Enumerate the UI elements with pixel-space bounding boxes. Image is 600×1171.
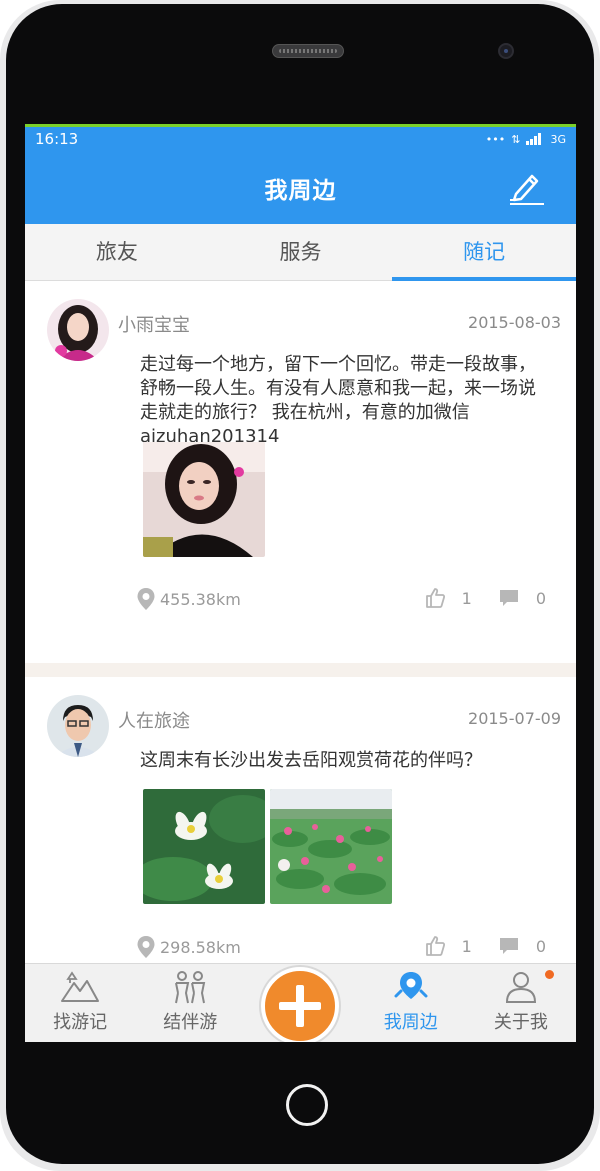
post-date: 2015-07-09: [468, 709, 561, 728]
tab-travel-friends[interactable]: 旅友: [25, 224, 209, 280]
distance-text: 455.38km: [160, 589, 241, 609]
post-actions: 1 0: [424, 935, 546, 957]
nav-label: 结伴游: [163, 1012, 218, 1033]
comment-count: 0: [535, 936, 546, 956]
nav-label: 关于我: [493, 1012, 548, 1033]
post-username[interactable]: 小雨宝宝: [118, 311, 190, 337]
post-actions: 1 0: [424, 587, 546, 609]
status-time: 16:13: [35, 130, 79, 148]
post-distance: 298.58km: [136, 935, 241, 959]
user-icon: [505, 972, 536, 1003]
post-photo[interactable]: [143, 789, 265, 904]
post-date: 2015-08-03: [468, 313, 561, 332]
post-feed[interactable]: 小雨宝宝 2015-08-03 走过每一个地方，留下一个回忆。带走一段故事，舒畅…: [25, 281, 576, 963]
location-pin-icon: [137, 936, 155, 958]
more-dots-icon: •••: [485, 132, 506, 146]
tab-bar: 旅友 服务 随记: [25, 224, 576, 281]
nav-group-travel[interactable]: 结伴游: [135, 964, 245, 1042]
post-photo[interactable]: [270, 789, 392, 904]
location-pin-icon: [137, 588, 155, 610]
nav-label: 找游记: [53, 1012, 108, 1033]
nav-label: 我周边: [383, 1012, 438, 1033]
like-count: 1: [461, 588, 472, 608]
avatar[interactable]: [47, 695, 109, 757]
post-photos: [143, 789, 392, 904]
tab-notes[interactable]: 随记: [392, 224, 576, 280]
plus-icon: [279, 985, 321, 1027]
network-label: 3G: [550, 132, 566, 146]
post-content: 走过每一个地方，留下一个回忆。带走一段故事，舒畅一段人生。有没有人愿意和我一起，…: [140, 354, 536, 447]
comment-count: 0: [535, 588, 546, 608]
nearby-icon: [394, 972, 428, 999]
group-icon: [175, 971, 206, 1004]
app-screen: 16:13 ••• ⇅ 3G 我周边 旅友 服务 随记 小雨宝宝 2015-08…: [25, 124, 576, 1042]
create-post-button[interactable]: [261, 967, 339, 1042]
home-button[interactable]: [286, 1084, 328, 1126]
distance-text: 298.58km: [160, 937, 241, 957]
tab-services[interactable]: 服务: [209, 224, 393, 280]
data-arrows-icon: ⇅: [511, 132, 521, 146]
speaker-grille: [272, 44, 344, 58]
like-count: 1: [461, 936, 472, 956]
header-bar: 我周边: [25, 151, 576, 224]
nav-about-me[interactable]: 关于我: [466, 964, 576, 1042]
post-photo[interactable]: [143, 442, 265, 557]
post-username[interactable]: 人在旅途: [118, 707, 190, 733]
signal-icon: [526, 133, 544, 145]
status-bar: 16:13 ••• ⇅ 3G: [25, 124, 576, 151]
post-content: 这周末有长沙出发去岳阳观赏荷花的伴吗？: [140, 750, 482, 771]
front-camera: [498, 43, 514, 59]
page-title: 我周边: [264, 177, 337, 204]
post-photos: [143, 442, 265, 557]
post-distance: 455.38km: [136, 587, 241, 611]
nav-find-travelogue[interactable]: 找游记: [25, 964, 135, 1042]
post-card[interactable]: 人在旅途 2015-07-09 这周末有长沙出发去岳阳观赏荷花的伴吗？ 298.…: [25, 677, 576, 963]
mountain-icon: [61, 971, 100, 1002]
edit-pen-icon[interactable]: [506, 167, 546, 207]
avatar[interactable]: [47, 299, 109, 361]
nav-nearby[interactable]: 我周边: [356, 964, 466, 1042]
comment-bubble-icon[interactable]: [498, 936, 520, 956]
post-card[interactable]: 小雨宝宝 2015-08-03 走过每一个地方，留下一个回忆。带走一段故事，舒畅…: [25, 281, 576, 663]
like-thumb-icon[interactable]: [424, 935, 446, 957]
notification-dot: [545, 970, 555, 979]
status-icons: ••• ⇅ 3G: [486, 133, 566, 146]
like-thumb-icon[interactable]: [424, 587, 446, 609]
comment-bubble-icon[interactable]: [498, 588, 520, 608]
